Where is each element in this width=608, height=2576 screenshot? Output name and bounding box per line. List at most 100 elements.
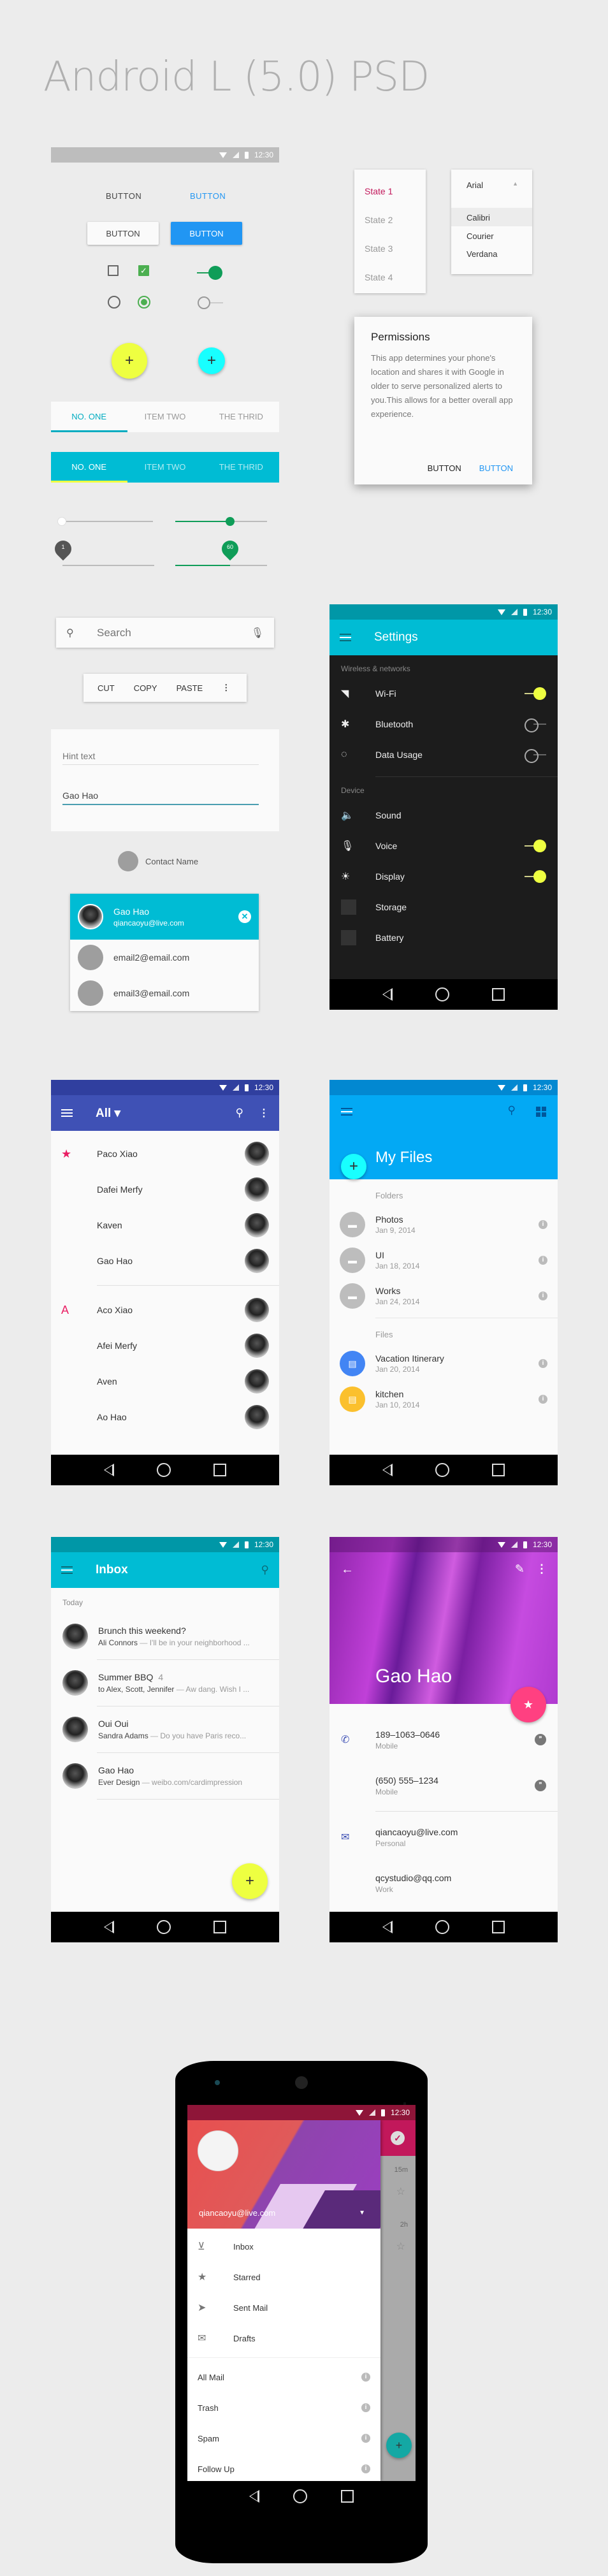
toggle-switch[interactable]: [525, 840, 546, 852]
tab-the-third[interactable]: THE THRID: [203, 452, 279, 483]
settings-row[interactable]: ◥ Wi-Fi: [329, 678, 558, 709]
check-icon[interactable]: ✓: [391, 2131, 405, 2145]
star-outline-icon[interactable]: ☆: [396, 2240, 405, 2253]
grid-view-icon[interactable]: [536, 1107, 546, 1117]
settings-row[interactable]: 🎙 Voice: [329, 831, 558, 861]
recents-icon[interactable]: [491, 1921, 505, 1933]
dropdown-option[interactable]: Courier: [451, 226, 532, 245]
copy-button[interactable]: COPY: [134, 683, 157, 693]
name-text-field[interactable]: [62, 790, 259, 805]
contact-row[interactable]: A Aco Xiao: [51, 1292, 279, 1328]
more-vert-icon[interactable]: ⋮: [222, 683, 230, 693]
favorite-fab[interactable]: ★: [510, 1687, 546, 1722]
info-icon[interactable]: i: [361, 2373, 370, 2382]
tab-the-third[interactable]: THE THRID: [203, 402, 279, 432]
search-icon[interactable]: ⚲: [66, 627, 97, 639]
checkbox-unchecked[interactable]: [108, 265, 119, 276]
star-outline-icon[interactable]: ☆: [396, 2185, 405, 2198]
contact-row[interactable]: ★ Paco Xiao: [51, 1136, 279, 1172]
contact-option[interactable]: email3@email.com: [70, 975, 259, 1011]
drawer-item[interactable]: Spam i: [187, 2423, 380, 2454]
mic-icon[interactable]: 🎙: [251, 627, 264, 639]
account-avatar[interactable]: [198, 2130, 238, 2171]
drawer-item[interactable]: ➤ Sent Mail: [187, 2292, 380, 2323]
fab-small[interactable]: +: [198, 347, 225, 374]
back-icon[interactable]: [382, 1464, 393, 1476]
home-icon[interactable]: [435, 1920, 449, 1934]
home-icon[interactable]: [156, 1463, 171, 1477]
toggle-switch[interactable]: [525, 870, 546, 883]
hangouts-icon[interactable]: ❞: [535, 1734, 546, 1745]
settings-row[interactable]: ☀ Display: [329, 861, 558, 892]
flat-button[interactable]: BUTTON: [106, 191, 141, 201]
detail-row[interactable]: ✉ qiancaoyu@live.com Personal: [329, 1814, 558, 1860]
state-menu-item[interactable]: State 3: [354, 240, 426, 268]
contact-row[interactable]: Dafei Merfy: [51, 1172, 279, 1207]
home-icon[interactable]: [293, 2489, 307, 2503]
slider-thumb[interactable]: [57, 517, 66, 526]
recents-icon[interactable]: [491, 1464, 505, 1476]
back-icon[interactable]: [382, 1921, 393, 1933]
selected-contact[interactable]: Gao Hao qiancaoyu@live.com ✕: [70, 894, 259, 940]
drawer-item[interactable]: ⊻ Inbox: [187, 2231, 380, 2262]
home-icon[interactable]: [435, 987, 449, 1001]
state-menu-item[interactable]: State 1: [354, 182, 426, 211]
settings-row[interactable]: ◌ Data Usage: [329, 739, 558, 770]
drawer-item[interactable]: ★ Starred: [187, 2262, 380, 2292]
tab-item-two[interactable]: ITEM TWO: [127, 402, 203, 432]
message-row[interactable]: Brunch this weekend? Ali Connors — I'll b…: [51, 1613, 279, 1659]
message-row[interactable]: Summer BBQ 4 to Alex, Scott, Jennifer — Aw…: [51, 1660, 279, 1706]
contact-row[interactable]: Aven: [51, 1364, 279, 1399]
info-icon[interactable]: i: [539, 1220, 547, 1229]
recents-icon[interactable]: [213, 1464, 226, 1476]
recents-icon[interactable]: [213, 1921, 226, 1933]
tab-item-two[interactable]: ITEM TWO: [127, 452, 203, 483]
raised-button-colored[interactable]: BUTTON: [171, 222, 242, 245]
account-dropdown-icon[interactable]: ▼: [359, 2209, 365, 2216]
search-icon[interactable]: ⚲: [236, 1107, 243, 1119]
state-menu-item[interactable]: State 2: [354, 211, 426, 240]
radio-unchecked[interactable]: [108, 296, 120, 309]
dropdown-option[interactable]: Calibri: [451, 208, 532, 226]
drawer-item[interactable]: All Mail i: [187, 2362, 380, 2392]
paste-button[interactable]: PASTE: [177, 683, 203, 693]
back-icon[interactable]: [382, 988, 393, 1001]
switch-off[interactable]: [198, 296, 223, 310]
info-icon[interactable]: i: [539, 1395, 547, 1404]
switch-on[interactable]: [197, 266, 222, 280]
menu-icon[interactable]: [61, 1566, 73, 1574]
tab-no-one[interactable]: NO. ONE: [51, 452, 127, 483]
file-row[interactable]: ▬ UI Jan 18, 2014 i: [329, 1242, 558, 1278]
search-input[interactable]: [97, 626, 251, 639]
more-vert-icon[interactable]: ⋮: [536, 1562, 547, 1576]
edit-icon[interactable]: ✎: [515, 1562, 525, 1576]
contact-option[interactable]: email2@email.com: [70, 940, 259, 975]
fab-large[interactable]: +: [112, 343, 147, 379]
more-vert-icon[interactable]: ⋮: [259, 1107, 269, 1119]
detail-row[interactable]: ✆ 189–1063–0646 Mobile ❞: [329, 1717, 558, 1763]
cut-button[interactable]: CUT: [98, 683, 115, 693]
message-row[interactable]: Gao Hao Ever Design — weibo.com/cardimpre…: [51, 1753, 279, 1799]
file-row[interactable]: ▤ Vacation Itinerary Jan 20, 2014 i: [329, 1346, 558, 1381]
toggle-switch[interactable]: [525, 748, 546, 763]
toggle-switch[interactable]: [525, 718, 546, 732]
hangouts-icon[interactable]: ❞: [535, 1780, 546, 1791]
menu-icon[interactable]: [341, 1108, 352, 1116]
info-icon[interactable]: i: [539, 1359, 547, 1368]
info-icon[interactable]: i: [361, 2403, 370, 2412]
menu-icon[interactable]: [340, 634, 351, 641]
detail-row[interactable]: qcystudio@qq.com Work: [329, 1860, 558, 1906]
flat-button-colored[interactable]: BUTTON: [190, 191, 226, 201]
dropdown-option[interactable]: Verdana: [451, 245, 532, 265]
state-menu-item[interactable]: State 4: [354, 268, 426, 297]
settings-row[interactable]: ✱ Bluetooth: [329, 709, 558, 739]
dropdown-selected[interactable]: Arial ▲: [451, 170, 532, 208]
search-icon[interactable]: ⚲: [508, 1104, 516, 1117]
compose-fab[interactable]: +: [232, 1863, 268, 1899]
add-fab[interactable]: +: [341, 1154, 366, 1179]
drawer-item[interactable]: Trash i: [187, 2392, 380, 2423]
contact-chip[interactable]: Contact Name: [118, 851, 198, 871]
contact-row[interactable]: Gao Hao: [51, 1243, 279, 1279]
drawer-item[interactable]: ✉ Drafts: [187, 2323, 380, 2354]
home-icon[interactable]: [435, 1463, 449, 1477]
